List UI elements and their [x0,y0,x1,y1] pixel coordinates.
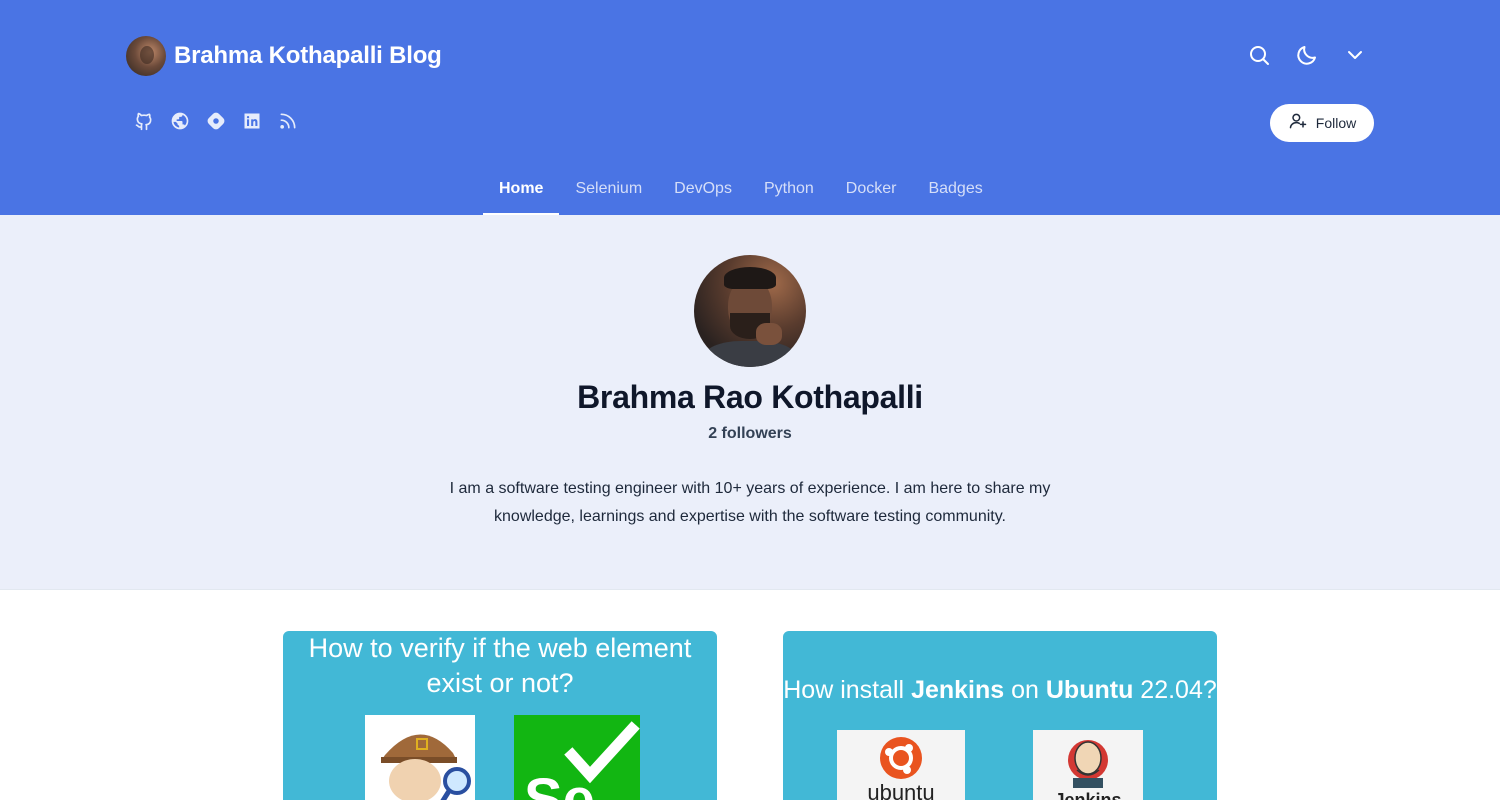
brand-link[interactable]: Brahma Kothapalli Blog [126,36,442,76]
author-name: Brahma Rao Kothapalli [577,379,923,415]
globe-icon [170,111,190,136]
rss-link[interactable] [270,104,306,142]
svg-text:Se: Se [524,767,595,800]
linkedin-link[interactable] [234,104,270,142]
nav-item-home[interactable]: Home [483,170,560,215]
followers-count[interactable]: 2 followers [0,425,1500,443]
nav-item-selenium[interactable]: Selenium [559,170,658,215]
nav-item-docker[interactable]: Docker [830,170,913,215]
social-links [126,104,306,142]
nav-item-badges[interactable]: Badges [912,170,998,215]
website-link[interactable] [162,104,198,142]
jenkins-logo-text: Jenkins [1054,790,1122,800]
search-button[interactable] [1240,38,1278,76]
author-profile: Brahma Rao Kothapalli 2 followers I am a… [0,215,1500,590]
ubuntu-logo-text: ubuntu [867,780,935,800]
post-card-install-jenkins-ubuntu[interactable]: How install Jenkins on Ubuntu 22.04? ubu… [783,631,1217,800]
brand-avatar [126,36,166,76]
moon-icon [1295,43,1319,72]
top-actions [1240,38,1384,76]
hashnode-link[interactable] [198,104,234,142]
author-bio: I am a software testing engineer with 10… [449,480,1051,525]
follow-button[interactable]: Follow [1270,104,1374,142]
more-menu-button[interactable] [1336,38,1374,76]
detective-illustration [365,715,475,800]
chevron-down-icon [1343,43,1367,72]
user-plus-icon [1288,111,1308,136]
github-icon [134,111,154,136]
selenium-logo: Se [514,715,640,800]
brand-title: Brahma Kothapalli Blog [174,42,442,69]
main-nav: Home Selenium DevOps Python Docker Badge… [483,170,999,215]
site-header: Brahma Kothapalli Blog Follow Home Selen… [0,0,1500,215]
nav-item-python[interactable]: Python [748,170,830,215]
jenkins-logo: Jenkins [1033,730,1143,800]
follow-label: Follow [1315,115,1357,131]
ubuntu-logo: ubuntu [837,730,965,800]
nav-item-devops[interactable]: DevOps [658,170,748,215]
post-cover-title: How to verify if the web element exist o… [308,633,692,698]
github-link[interactable] [126,104,162,142]
linkedin-icon [242,111,262,136]
post-card-verify-web-element[interactable]: How to verify if the web element exist o… [283,631,717,800]
author-avatar [694,255,806,367]
post-cover-title: How install Jenkins on Ubuntu 22.04? [783,676,1217,704]
search-icon [1247,43,1271,72]
hashnode-icon [206,111,226,136]
rss-icon [278,111,298,136]
theme-toggle-button[interactable] [1288,38,1326,76]
